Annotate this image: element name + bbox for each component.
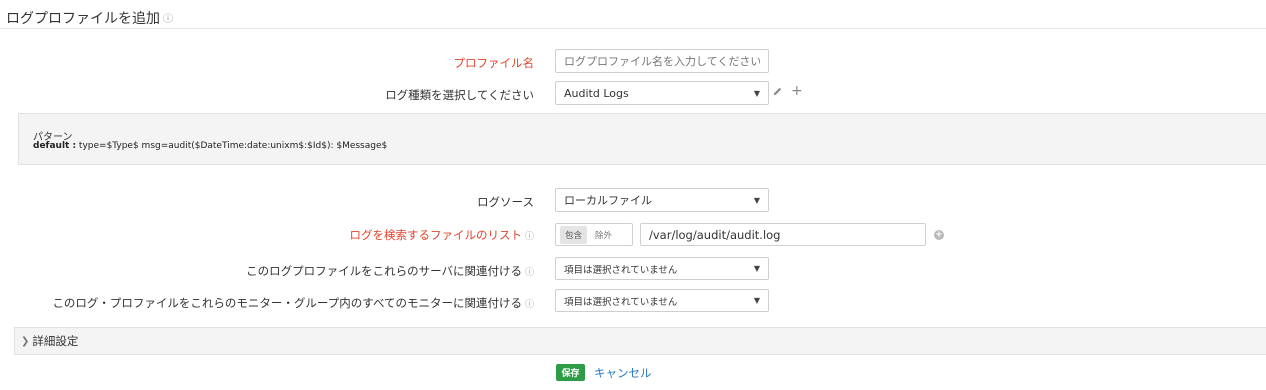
associate-monitors-select[interactable]: 項目は選択されていません ▼: [555, 289, 769, 312]
file-path-input[interactable]: /var/log/audit/audit.log: [640, 223, 926, 246]
file-list-label: ログを検索するファイルのリスト ⓘ: [349, 227, 534, 243]
chevron-right-icon: ❯: [21, 335, 30, 347]
pattern-text: default : type=$Type$ msg=audit($DateTim…: [33, 141, 387, 151]
chevron-down-icon: ▼: [753, 88, 760, 98]
chevron-down-icon: ▼: [753, 296, 760, 305]
associate-monitors-label-text: このログ・プロファイルをこれらのモニター・グループ内のすべてのモニターに関連付け…: [52, 296, 522, 310]
file-list-label-text: ログを検索するファイルのリスト: [349, 228, 522, 242]
log-type-label: ログ種類を選択してください: [385, 88, 534, 102]
associate-servers-label: このログプロファイルをこれらのサーバに関連付ける ⓘ: [246, 263, 534, 279]
log-source-label: ログソース: [477, 195, 534, 209]
advanced-settings-label: 詳細設定: [32, 334, 79, 348]
divider: [0, 28, 1266, 29]
associate-servers-value: 項目は選択されていません: [564, 264, 678, 276]
add-circle-icon[interactable]: +: [934, 230, 944, 240]
pattern-value: type=$Type$ msg=audit($DateTime:date:uni…: [76, 141, 388, 151]
log-source-value: ローカルファイル: [564, 194, 652, 207]
pattern-key: default :: [33, 141, 77, 151]
log-type-select[interactable]: Auditd Logs ▼: [555, 81, 769, 105]
info-icon: ⓘ: [163, 14, 173, 25]
page-title: ログプロファイルを追加 ⓘ: [6, 8, 173, 28]
profile-name-label: プロファイル名: [453, 56, 535, 70]
associate-servers-select[interactable]: 項目は選択されていません ▼: [555, 257, 769, 280]
page-title-text: ログプロファイルを追加: [6, 11, 160, 27]
save-button[interactable]: 保存: [556, 364, 585, 381]
log-source-select[interactable]: ローカルファイル ▼: [555, 188, 769, 212]
associate-monitors-label: このログ・プロファイルをこれらのモニター・グループ内のすべてのモニターに関連付け…: [52, 295, 534, 311]
chevron-down-icon: ▼: [753, 264, 760, 273]
associate-monitors-value: 項目は選択されていません: [564, 296, 678, 308]
exclude-toggle[interactable]: 除外: [593, 226, 614, 244]
profile-name-input[interactable]: [555, 49, 769, 73]
include-exclude-toggle: 包含 除外: [555, 223, 633, 246]
cancel-link[interactable]: キャンセル: [594, 365, 652, 381]
file-path-value: /var/log/audit/audit.log: [649, 227, 781, 242]
add-plus-icon[interactable]: +: [791, 84, 803, 98]
edit-pencil-icon[interactable]: [772, 86, 783, 97]
info-icon: ⓘ: [524, 268, 534, 278]
pattern-panel: パターン default : type=$Type$ msg=audit($Da…: [18, 113, 1266, 165]
info-icon: ⓘ: [524, 232, 534, 242]
associate-servers-label-text: このログプロファイルをこれらのサーバに関連付ける: [246, 264, 522, 278]
info-icon: ⓘ: [524, 300, 534, 310]
chevron-down-icon: ▼: [753, 195, 760, 205]
advanced-settings-toggle[interactable]: ❯ 詳細設定: [14, 327, 1266, 355]
include-toggle[interactable]: 包含: [560, 225, 588, 244]
log-type-value: Auditd Logs: [564, 86, 629, 100]
